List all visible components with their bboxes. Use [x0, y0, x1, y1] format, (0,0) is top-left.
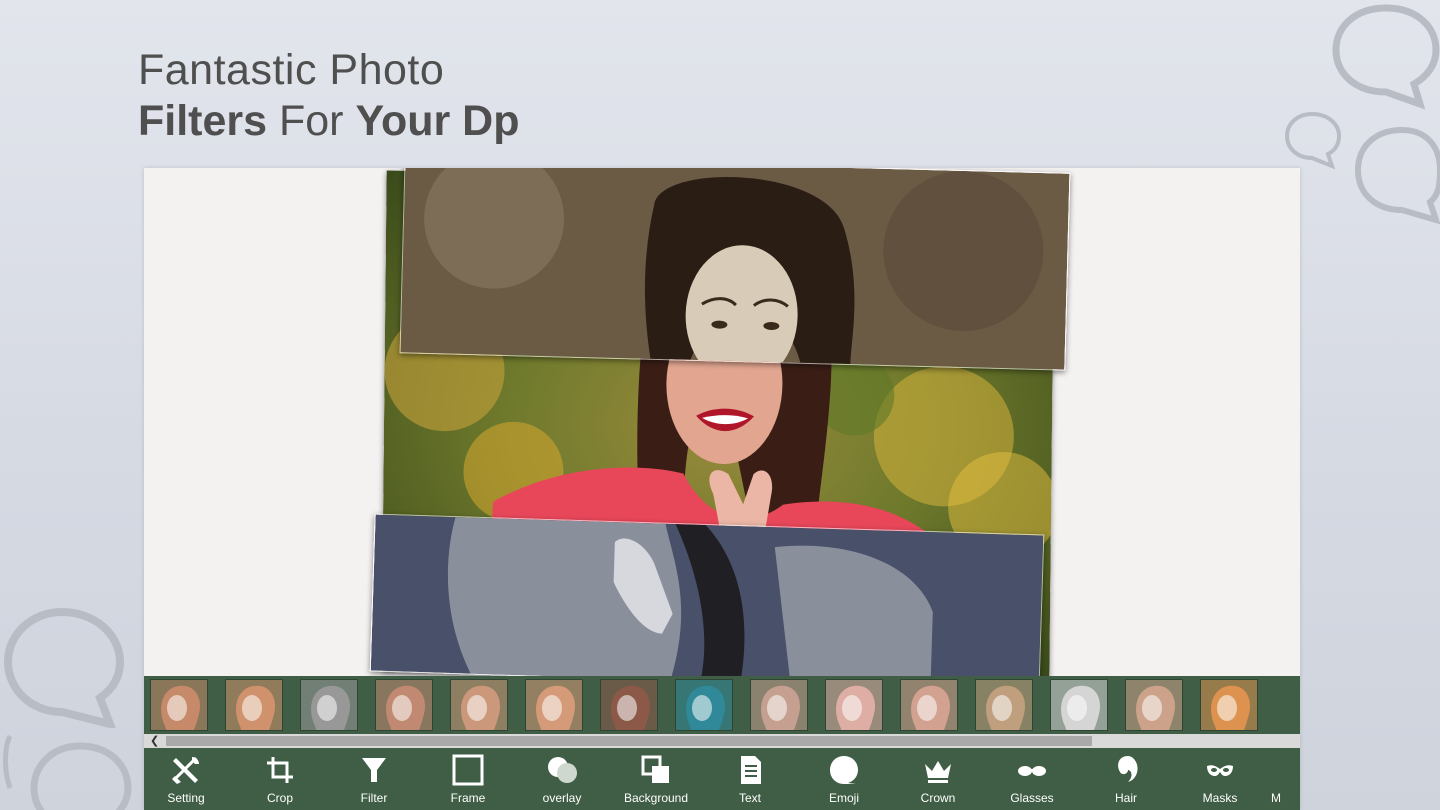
filter-thumbnail-teal-neon[interactable] — [675, 679, 733, 731]
filter-button[interactable]: Filter — [334, 748, 414, 810]
crown-button[interactable]: Crown — [898, 748, 978, 810]
filter-thumbnail-rose[interactable] — [900, 679, 958, 731]
filter-thumbnail-soft[interactable] — [450, 679, 508, 731]
overlay-label: overlay — [542, 791, 582, 805]
promo-filters-word: Filters — [138, 97, 268, 145]
editing-canvas[interactable] — [144, 168, 1300, 676]
crown-icon — [925, 761, 951, 783]
bottom-toolbar: Setting Crop Filter Frame overlay Backgr… — [144, 748, 1300, 810]
tools-icon — [172, 756, 199, 784]
filter-thumbnail-pixelate[interactable] — [750, 679, 808, 731]
crop-button[interactable]: Crop — [240, 748, 320, 810]
scrollbar-thumb[interactable] — [166, 736, 1092, 746]
glasses-label: Glasses — [1010, 791, 1054, 805]
promo-line-2: Filters For Your Dp — [138, 96, 519, 146]
photo-layer-grayscale[interactable] — [369, 513, 1045, 676]
promo-for-word: For — [267, 97, 356, 145]
chat-bubble-icon — [1354, 126, 1440, 224]
photo-layer-sepia[interactable] — [399, 168, 1071, 371]
promo-headline: Fantastic Photo Filters For Your Dp — [138, 44, 519, 146]
background-button[interactable]: Background — [616, 748, 696, 810]
filter-label: Filter — [360, 791, 388, 805]
chat-bubble-icon — [1284, 111, 1342, 170]
overlay-icon — [548, 757, 577, 783]
filter-thumbnail-dark[interactable] — [600, 679, 658, 731]
background-label: Background — [623, 791, 689, 805]
filter-thumbnail-original[interactable] — [150, 679, 208, 731]
crown-label: Crown — [920, 791, 956, 805]
masks-icon — [1207, 765, 1233, 776]
frame-icon — [452, 754, 484, 786]
masks-label: Masks — [1202, 791, 1238, 805]
crop-icon — [267, 757, 293, 783]
filter-thumbnail-flower-color[interactable] — [225, 679, 283, 731]
chat-bubble-icon — [3, 734, 13, 789]
filter-icon — [362, 758, 386, 782]
more-tool-label: M — [1271, 791, 1281, 805]
text-icon — [741, 756, 761, 784]
filter-thumbnail-pencil-sketch[interactable] — [1050, 679, 1108, 731]
overlay-button[interactable]: overlay — [522, 748, 602, 810]
text-button[interactable]: Text — [710, 748, 790, 810]
filter-thumbnail-bright[interactable] — [525, 679, 583, 731]
hair-button[interactable]: Hair — [1086, 748, 1166, 810]
filter-thumbnail-grayscale[interactable] — [300, 679, 358, 731]
emoji-icon — [830, 756, 858, 784]
frame-label: Frame — [450, 791, 486, 805]
masks-button[interactable]: Masks — [1180, 748, 1260, 810]
glasses-icon — [1018, 766, 1046, 776]
frame-button[interactable]: Frame — [428, 748, 508, 810]
background-icon — [641, 755, 669, 783]
filter-thumbnail-faded[interactable] — [1125, 679, 1183, 731]
scroll-left-arrow-icon[interactable]: ❮ — [150, 734, 159, 748]
emoji-label: Emoji — [828, 791, 859, 805]
text-label: Text — [738, 791, 761, 805]
setting-button[interactable]: Setting — [146, 748, 226, 810]
filter-thumbnail-pink-light[interactable] — [825, 679, 883, 731]
filter-thumbnail-strip[interactable] — [144, 676, 1300, 734]
chat-bubble-icon — [1332, 4, 1440, 110]
thumbnail-scrollbar[interactable]: ❮ — [144, 734, 1300, 748]
emoji-button[interactable]: Emoji — [804, 748, 884, 810]
chat-bubble-icon — [3, 607, 125, 728]
hair-icon — [1118, 756, 1138, 782]
more-tool-button[interactable]: M — [1256, 748, 1296, 810]
promo-your-dp-word: Your Dp — [355, 97, 520, 145]
hair-label: Hair — [1114, 791, 1137, 805]
photo-editor-window: ❮ Setting Crop Filter Frame overlay Back… — [144, 168, 1300, 810]
promo-line-1: Fantastic Photo — [138, 46, 445, 94]
filter-thumbnail-vintage[interactable] — [975, 679, 1033, 731]
crop-label: Crop — [266, 791, 293, 805]
glasses-button[interactable]: Glasses — [992, 748, 1072, 810]
filter-thumbnail-warm[interactable] — [375, 679, 433, 731]
filter-thumbnail-orange-glow[interactable] — [1200, 679, 1258, 731]
chat-bubble-icon — [30, 742, 132, 810]
setting-label: Setting — [167, 791, 205, 805]
